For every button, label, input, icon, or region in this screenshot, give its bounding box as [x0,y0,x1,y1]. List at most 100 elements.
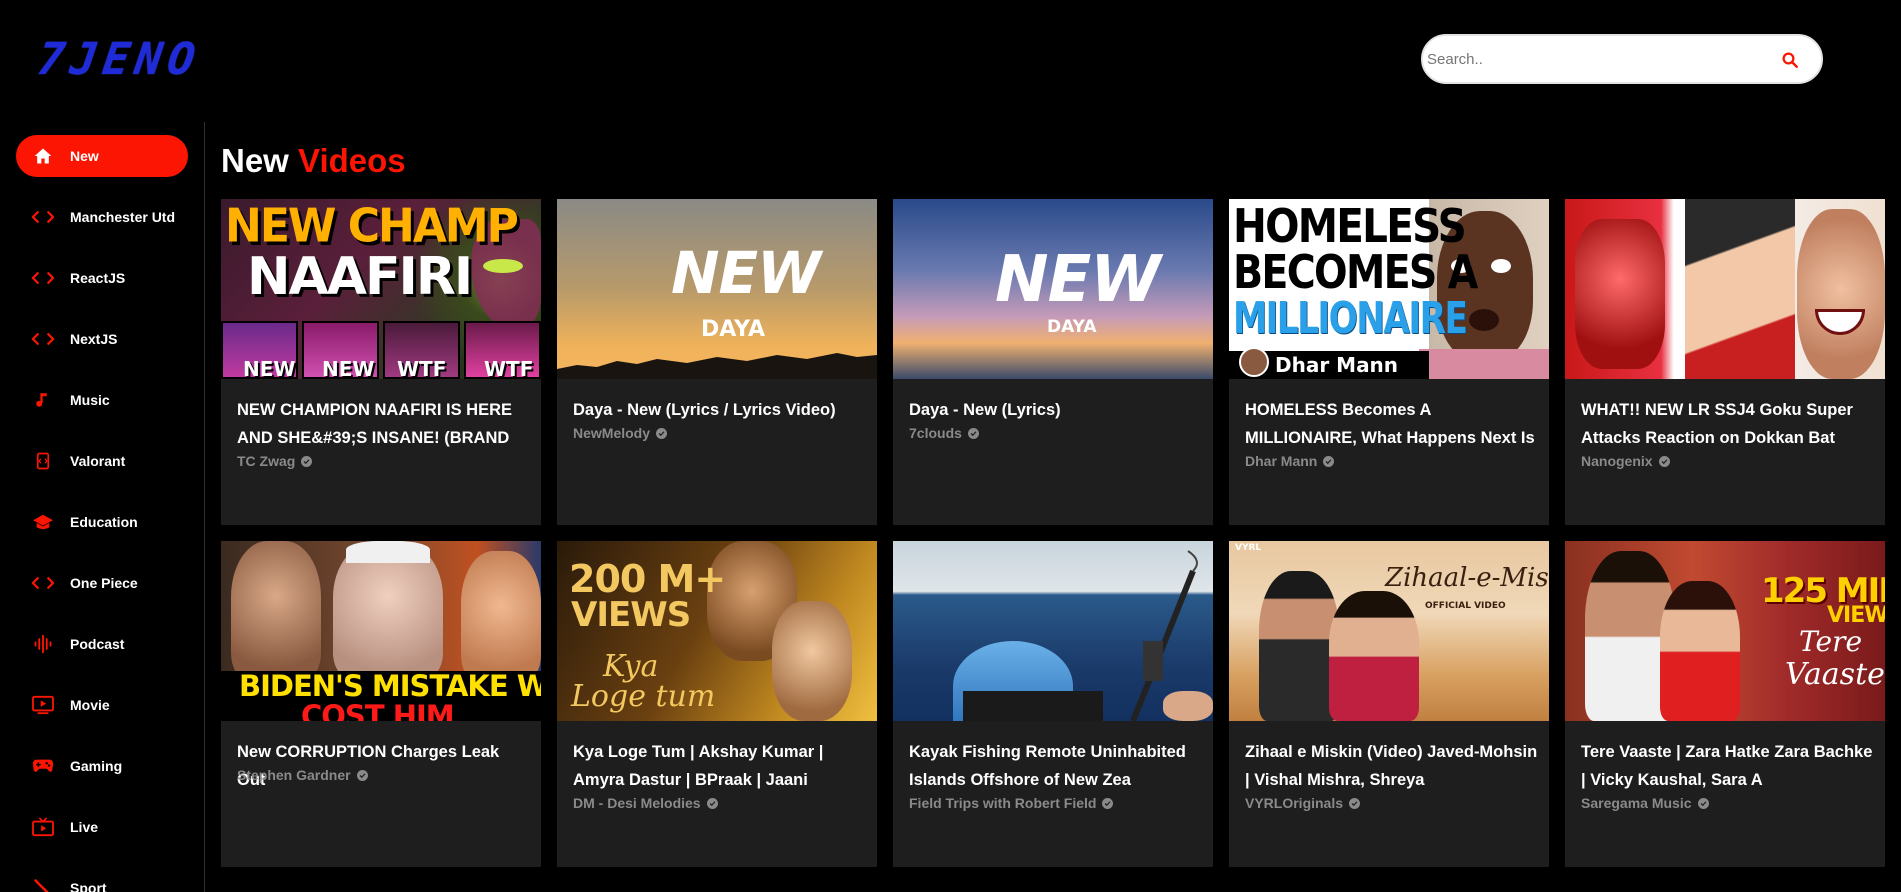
video-thumbnail[interactable]: VYRL Zihaal-e-Misk OFFICIAL VIDEO [1229,541,1549,721]
verified-icon [656,427,668,439]
video-title[interactable]: Zihaal e Miskin (Video) Javed-Mohsin | V… [1245,738,1539,794]
logo[interactable]: 7JENO [34,34,204,85]
verified-icon [967,427,979,439]
video-title[interactable]: WHAT!! NEW LR SSJ4 Goku Super Attacks Re… [1581,396,1875,452]
thumb-text: WTF [397,357,447,379]
thumb-text: Vaaste [1785,657,1885,692]
video-thumbnail[interactable]: 200 M+ VIEWS Kya Loge tum [557,541,877,721]
thumb-text: NEW [671,239,821,307]
verified-icon [1697,797,1709,809]
play-screen-icon [32,694,54,716]
channel-label: Nanogenix [1581,453,1653,469]
channel-label: VYRLOriginals [1245,795,1344,811]
video-card[interactable]: Kayak Fishing Remote Uninhabited Islands… [893,541,1213,867]
sidebar-item-reactjs[interactable]: ReactJS [16,257,188,299]
channel-name[interactable]: Nanogenix [1581,453,1670,469]
thumb-text: BIDEN'S MISTAKE WI [239,669,541,703]
sidebar-item-valorant[interactable]: Valorant [16,440,188,482]
video-card[interactable]: VYRL Zihaal-e-Misk OFFICIAL VIDEO Zihaal… [1229,541,1549,867]
channel-name[interactable]: Stephen Gardner [237,767,368,783]
thumb-text: MILLIONAIRE [1233,293,1468,344]
video-title[interactable]: Kayak Fishing Remote Uninhabited Islands… [909,738,1203,794]
sidebar-item-nextjs[interactable]: NextJS [16,318,188,360]
video-thumbnail[interactable]: NEW DAYA [893,199,1213,379]
video-title[interactable]: NEW CHAMPION NAAFIRI IS HERE AND SHE&#39… [237,396,531,452]
sidebar-item-label: New [70,148,99,164]
sidebar-item-education[interactable]: Education [16,501,188,543]
sidebar-item-manchester-utd[interactable]: Manchester Utd [16,196,188,238]
sidebar-item-label: Movie [70,697,110,713]
channel-label: Dhar Mann [1245,453,1318,469]
sidebar-item-one-piece[interactable]: One Piece [16,562,188,604]
video-thumbnail[interactable]: NEW CHAMP NAAFIRI NEW NEW WTF WTF [221,199,541,379]
video-title[interactable]: Tere Vaaste | Zara Hatke Zara Bachke | V… [1581,738,1875,794]
code-icon [32,206,54,228]
phone-icon [32,450,54,472]
sidebar-item-movie[interactable]: Movie [16,684,188,726]
sidebar-item-label: Education [70,514,138,530]
video-card[interactable]: NEW DAYA Daya - New (Lyrics) 7clouds [893,199,1213,525]
music-note-icon [32,389,54,411]
sidebar-item-podcast[interactable]: Podcast [16,623,188,665]
sidebar-item-new[interactable]: New [16,135,188,177]
video-card[interactable]: HOMELESS BECOMES A MILLIONAIRE Dhar Mann… [1229,199,1549,525]
video-card[interactable]: WHAT!! NEW LR SSJ4 Goku Super Attacks Re… [1565,199,1885,525]
video-card[interactable]: 200 M+ VIEWS Kya Loge tum Kya Loge Tum |… [557,541,877,867]
channel-label: 7clouds [909,425,962,441]
video-thumbnail[interactable]: NEW DAYA [557,199,877,379]
page-title-accent: Videos [298,142,406,179]
sport-icon [32,877,54,892]
channel-name[interactable]: NewMelody [573,425,668,441]
video-title[interactable]: Daya - New (Lyrics / Lyrics Video) [573,396,867,424]
gamepad-icon [32,755,54,777]
video-title[interactable]: New CORRUPTION Charges Leak Out [237,738,531,794]
video-card[interactable]: NEW CHAMP NAAFIRI NEW NEW WTF WTF NEW CH… [221,199,541,525]
video-card[interactable]: BIDEN'S MISTAKE WI COST HIM New CORRUPTI… [221,541,541,867]
channel-name[interactable]: TC Zwag [237,453,313,469]
verified-icon [1323,455,1335,467]
video-title[interactable]: Daya - New (Lyrics) [909,396,1203,424]
sound-wave-icon [32,633,54,655]
verified-icon [1658,455,1670,467]
channel-name[interactable]: Field Trips with Robert Field [909,795,1114,811]
thumb-text: VIEWS [571,595,691,635]
channel-name[interactable]: 7clouds [909,425,979,441]
channel-label: Saregama Music [1581,795,1692,811]
sidebar-item-label: Live [70,819,99,835]
video-thumbnail[interactable] [1565,199,1885,379]
code-icon [32,572,54,594]
thumb-text: COST HIM [301,699,455,721]
video-thumbnail[interactable]: HOMELESS BECOMES A MILLIONAIRE Dhar Mann [1229,199,1549,379]
video-thumbnail[interactable]: BIDEN'S MISTAKE WI COST HIM [221,541,541,721]
video-card[interactable]: NEW DAYA Daya - New (Lyrics / Lyrics Vid… [557,199,877,525]
video-thumbnail[interactable]: 125 MILLIO VIEW Tere Vaaste [1565,541,1885,721]
verified-icon [301,455,313,467]
channel-name[interactable]: VYRLOriginals [1245,795,1361,811]
search-icon[interactable] [1779,49,1801,71]
thumb-text: NEW [995,243,1161,317]
channel-label: TC Zwag [237,453,296,469]
channel-name[interactable]: DM - Desi Melodies [573,795,718,811]
sidebar-item-label: Manchester Utd [70,209,176,225]
channel-name[interactable]: Dhar Mann [1245,453,1335,469]
thumb-text: Dhar Mann [1275,353,1399,377]
search-input[interactable] [1427,44,1767,74]
video-title[interactable]: HOMELESS Becomes A MILLIONAIRE, What Hap… [1245,396,1539,452]
video-thumbnail[interactable] [893,541,1213,721]
search-bar [1421,34,1823,84]
sidebar-item-sport[interactable]: Sport [16,867,188,892]
page-title-prefix: New [221,142,289,179]
video-card[interactable]: 125 MILLIO VIEW Tere Vaaste Tere Vaaste … [1565,541,1885,867]
channel-name[interactable]: Saregama Music [1581,795,1709,811]
video-title[interactable]: Kya Loge Tum | Akshay Kumar | Amyra Dast… [573,738,867,794]
thumb-text: Loge tum [571,679,716,714]
sidebar-item-live[interactable]: Live [16,806,188,848]
sidebar-item-music[interactable]: Music [16,379,188,421]
sidebar-item-gaming[interactable]: Gaming [16,745,188,787]
sidebar-item-label: Music [70,392,110,408]
thumb-text: BECOMES A [1233,245,1478,299]
verified-icon [356,769,368,781]
sidebar-item-label: Gaming [70,758,123,774]
home-icon [32,145,54,167]
sidebar-item-label: One Piece [70,575,138,591]
